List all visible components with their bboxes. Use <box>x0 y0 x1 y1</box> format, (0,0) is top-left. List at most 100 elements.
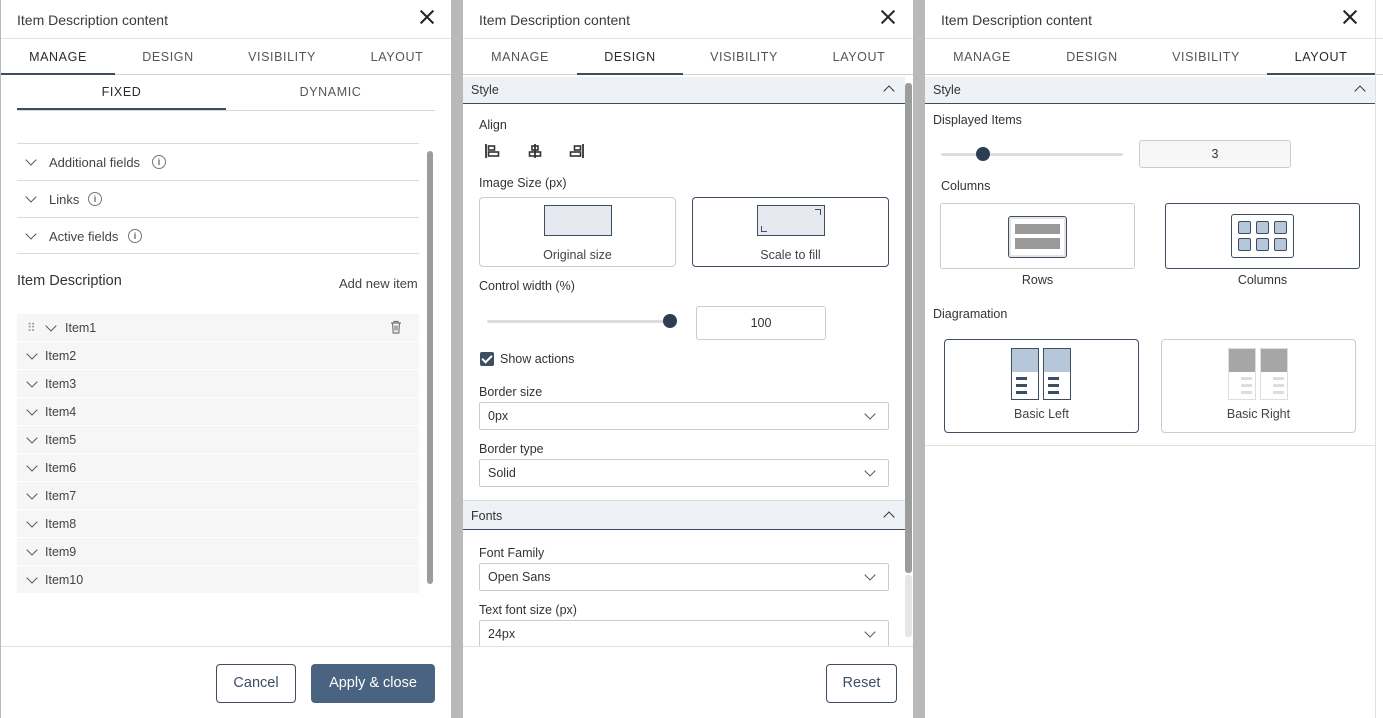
style-section-header[interactable]: Style <box>463 77 905 104</box>
chevron-down-icon[interactable] <box>26 572 38 584</box>
chevron-down-icon[interactable] <box>26 544 38 556</box>
close-icon[interactable] <box>1341 8 1359 26</box>
subtab-dynamic[interactable]: DYNAMIC <box>226 75 435 110</box>
divider <box>925 445 1375 446</box>
list-item[interactable]: Item8 <box>17 510 419 538</box>
basic-left-icon-right <box>1043 348 1071 400</box>
tab-layout[interactable]: LAYOUT <box>805 39 913 75</box>
align-left-icon[interactable] <box>484 143 502 159</box>
tab-visibility[interactable]: VISIBILITY <box>683 39 805 75</box>
columns-icon <box>1231 214 1294 258</box>
fonts-section-header[interactable]: Fonts <box>463 500 905 530</box>
tab-manage[interactable]: MANAGE <box>1 39 115 75</box>
chevron-down-icon[interactable] <box>26 460 38 472</box>
tab-design[interactable]: DESIGN <box>1039 39 1145 75</box>
accordion-links[interactable]: Links i <box>17 180 419 217</box>
basic-right-icon-right <box>1260 348 1288 400</box>
column-option-rows[interactable] <box>940 203 1135 269</box>
tab-manage[interactable]: MANAGE <box>463 39 577 75</box>
font-family-select[interactable]: Open Sans <box>479 563 889 591</box>
chevron-down-icon[interactable] <box>26 432 38 444</box>
scale-to-fill-icon <box>757 205 825 236</box>
trash-icon[interactable] <box>390 320 402 334</box>
list-item[interactable]: Item10 <box>17 566 419 594</box>
info-icon[interactable]: i <box>152 155 166 169</box>
accordion-label: Additional fields <box>49 155 141 170</box>
cancel-button[interactable]: Cancel <box>216 664 296 703</box>
chevron-down-icon[interactable] <box>45 320 57 332</box>
chevron-up-icon[interactable] <box>883 511 895 523</box>
align-center-icon[interactable] <box>526 143 544 159</box>
tab-design[interactable]: DESIGN <box>115 39 221 75</box>
panel-title: Item Description content <box>941 12 1092 28</box>
displayed-items-slider-track[interactable] <box>941 153 1123 156</box>
chevron-down-icon[interactable] <box>26 348 38 360</box>
item-label: Item9 <box>45 545 77 559</box>
list-item[interactable]: Item9 <box>17 538 419 566</box>
diagram-option-basic-right[interactable]: Basic Right <box>1161 339 1356 433</box>
tab-layout[interactable]: LAYOUT <box>343 39 451 75</box>
tab-visibility[interactable]: VISIBILITY <box>221 39 343 75</box>
subtab-fixed[interactable]: FIXED <box>17 75 226 110</box>
panel-header: Item Description content <box>463 0 913 39</box>
drag-handle-icon[interactable]: ⠿ <box>27 321 36 335</box>
item-label: Item2 <box>45 349 77 363</box>
item-label: Item10 <box>45 573 84 587</box>
add-new-item-link[interactable]: Add new item <box>339 276 418 291</box>
border-size-select[interactable]: 0px <box>479 402 889 430</box>
tab-layout[interactable]: LAYOUT <box>1267 39 1375 75</box>
list-item[interactable]: Item3 <box>17 370 419 398</box>
list-item[interactable]: Item4 <box>17 398 419 426</box>
tab-design[interactable]: DESIGN <box>577 39 683 75</box>
list-item[interactable]: Item5 <box>17 426 419 454</box>
reset-button[interactable]: Reset <box>826 664 897 703</box>
apply-close-button[interactable]: Apply & close <box>311 664 435 703</box>
border-type-select[interactable]: Solid <box>479 459 889 487</box>
show-actions-checkbox[interactable] <box>480 352 494 366</box>
chevron-down-icon[interactable] <box>26 488 38 500</box>
scrollbar-track[interactable] <box>905 575 912 637</box>
close-icon[interactable] <box>418 8 436 26</box>
info-icon[interactable]: i <box>128 229 142 243</box>
list-item[interactable]: Item7 <box>17 482 419 510</box>
list-item[interactable]: Item6 <box>17 454 419 482</box>
item-label: Item5 <box>45 433 77 447</box>
image-option-original[interactable]: Original size <box>479 197 676 267</box>
item-label: Item3 <box>45 377 77 391</box>
displayed-items-slider-handle[interactable] <box>975 147 990 161</box>
item-label: Item1 <box>65 321 97 335</box>
image-option-scale-to-fill[interactable]: Scale to fill <box>692 197 889 267</box>
control-width-input[interactable]: 100 <box>696 306 826 340</box>
chevron-down-icon[interactable] <box>26 376 38 388</box>
chevron-up-icon[interactable] <box>1354 85 1366 97</box>
item-label: Item7 <box>45 489 77 503</box>
list-item[interactable]: ⠿ Item1 <box>17 314 419 342</box>
manage-panel: Item Description content MANAGE DESIGN V… <box>1 0 451 718</box>
accordion-active-fields[interactable]: Active fields i <box>17 217 419 254</box>
columns-label: Columns <box>941 179 991 193</box>
align-right-icon[interactable] <box>567 143 585 159</box>
style-section-header[interactable]: Style <box>925 77 1375 104</box>
tab-manage[interactable]: MANAGE <box>925 39 1039 75</box>
list-item[interactable]: Item2 <box>17 342 419 370</box>
control-width-slider-handle[interactable] <box>663 314 677 328</box>
chevron-down-icon <box>25 191 37 203</box>
chevron-up-icon[interactable] <box>883 85 895 97</box>
scrollbar[interactable] <box>905 83 912 573</box>
chevron-down-icon[interactable] <box>26 516 38 528</box>
panel-header: Item Description content <box>925 0 1383 39</box>
scrollbar[interactable] <box>427 151 433 584</box>
tab-visibility[interactable]: VISIBILITY <box>1145 39 1267 75</box>
chevron-down-icon[interactable] <box>26 404 38 416</box>
control-width-slider-track[interactable] <box>487 320 670 323</box>
displayed-items-input[interactable]: 3 <box>1139 140 1291 168</box>
layout-panel: Item Description content MANAGE DESIGN V… <box>925 0 1383 718</box>
accordion-additional-fields[interactable]: Additional fields i <box>17 143 419 180</box>
diagram-option-basic-left[interactable]: Basic Left <box>944 339 1139 433</box>
chevron-down-icon <box>25 228 37 240</box>
column-option-columns[interactable] <box>1165 203 1360 269</box>
info-icon[interactable]: i <box>88 192 102 206</box>
close-icon[interactable] <box>879 8 897 26</box>
text-font-size-select[interactable]: 24px <box>479 620 889 648</box>
card-caption: Basic Right <box>1226 407 1291 421</box>
